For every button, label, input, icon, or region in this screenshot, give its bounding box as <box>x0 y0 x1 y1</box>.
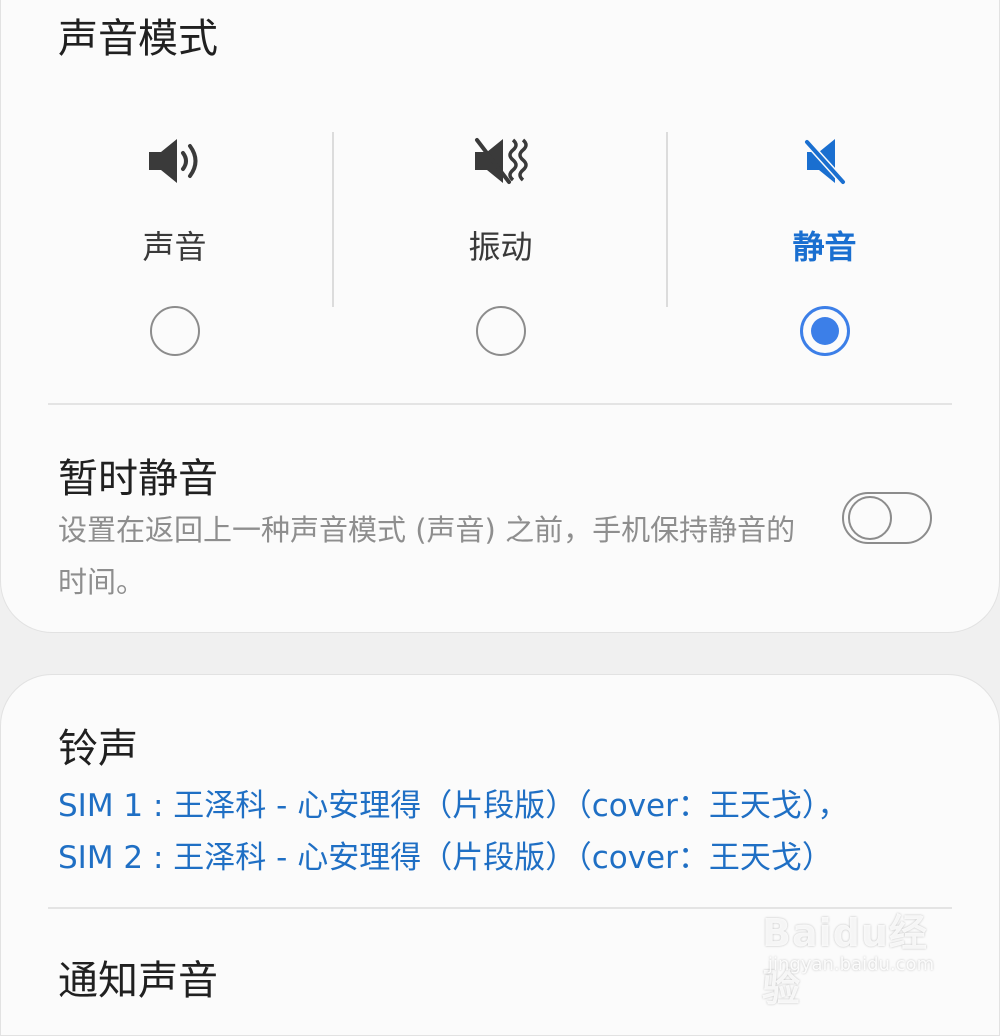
mode-label-sound: 声音 <box>142 228 207 266</box>
divider <box>48 907 952 909</box>
vibrate-icon <box>334 136 667 186</box>
ringtone-sim1[interactable]: SIM 1 : 王泽科 - 心安理得（片段版）（cover：王天戈）， <box>58 780 848 825</box>
divider <box>48 403 952 405</box>
sound-mode-title: 声音模式 <box>58 16 218 62</box>
toggle-knob <box>848 496 892 540</box>
ringtone-title[interactable]: 铃声 <box>58 716 138 774</box>
ringtone-sim2[interactable]: SIM 2 : 王泽科 - 心安理得（片段版）（cover：王天戈） <box>58 832 833 877</box>
mode-label-vibrate: 振动 <box>468 228 533 266</box>
mode-option-sound[interactable]: 声音 <box>8 130 341 360</box>
radio-mute[interactable] <box>799 306 850 356</box>
mute-icon <box>658 136 991 186</box>
radio-vibrate[interactable] <box>475 306 526 356</box>
mode-option-vibrate[interactable]: 振动 <box>334 130 667 360</box>
temporary-mute-title: 暂时静音 <box>58 456 218 502</box>
speaker-icon <box>8 136 341 186</box>
mode-label-mute: 静音 <box>792 228 857 266</box>
radio-sound[interactable] <box>149 306 200 356</box>
temporary-mute-toggle[interactable] <box>842 492 932 544</box>
temporary-mute-description: 设置在返回上一种声音模式 (声音) 之前，手机保持静音的时间。 <box>58 513 796 599</box>
notification-sound-title[interactable]: 通知声音 <box>58 948 218 1006</box>
mode-option-mute[interactable]: 静音 <box>658 130 991 360</box>
